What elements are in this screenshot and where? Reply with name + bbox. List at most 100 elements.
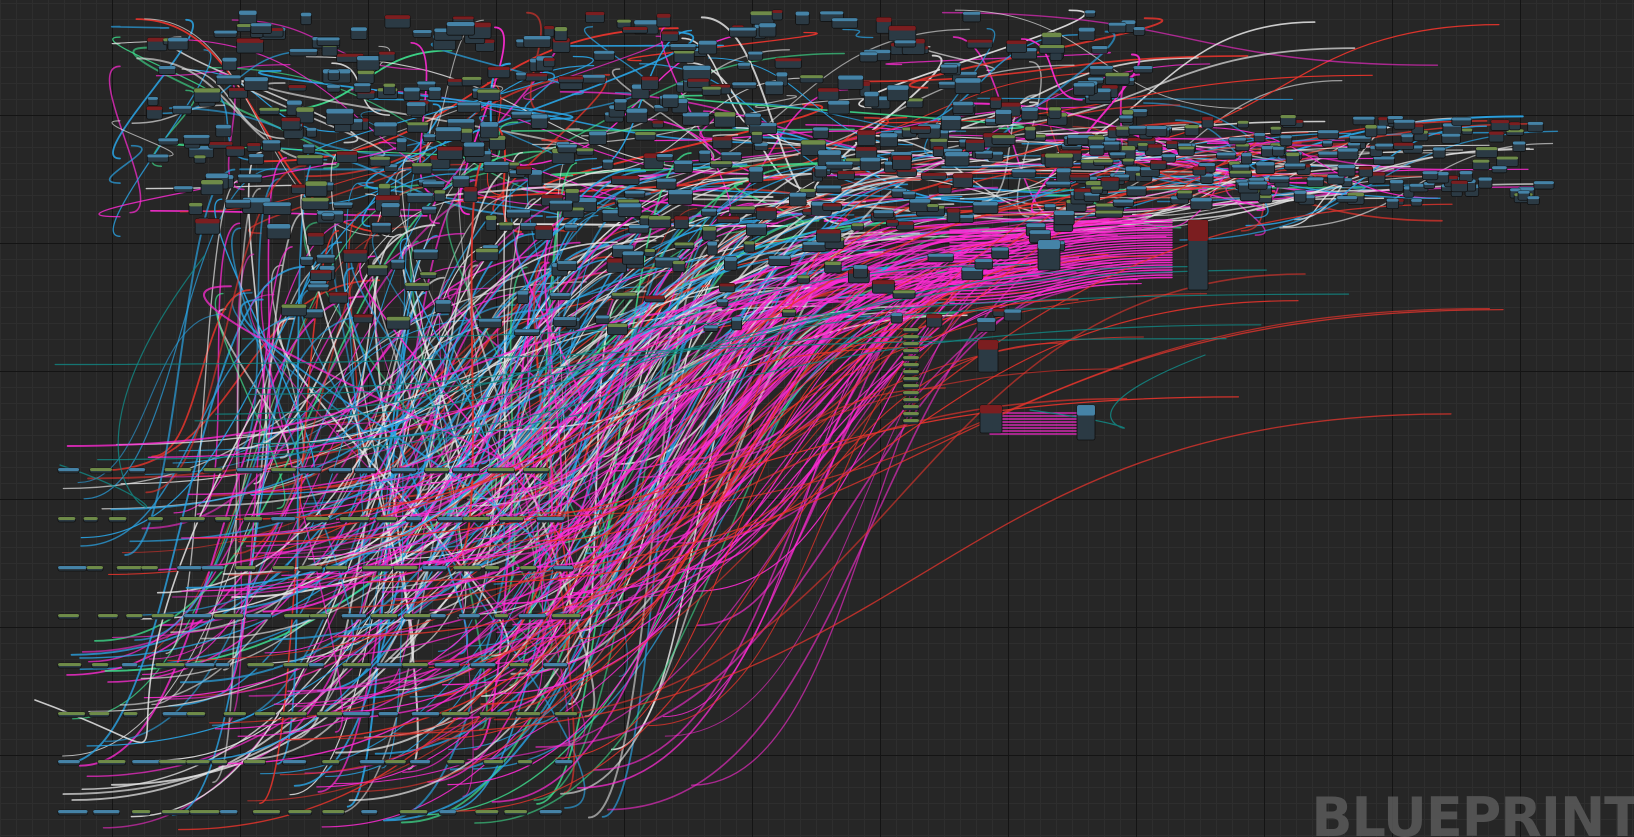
graph-node bbox=[539, 809, 563, 816]
graph-node bbox=[902, 190, 916, 200]
graph-node bbox=[515, 165, 533, 175]
graph-node-header bbox=[378, 712, 399, 715]
graph-node bbox=[328, 291, 349, 304]
graph-node bbox=[974, 150, 994, 160]
graph-node bbox=[1475, 146, 1498, 158]
graph-node-header bbox=[617, 199, 640, 203]
graph-node bbox=[1201, 116, 1214, 129]
graph-node bbox=[1176, 189, 1193, 200]
graph-node-header bbox=[201, 179, 223, 185]
graph-node-header bbox=[437, 146, 463, 151]
graph-node bbox=[421, 565, 448, 572]
graph-node bbox=[326, 84, 341, 93]
graph-node-header bbox=[558, 76, 584, 80]
graph-node bbox=[1090, 186, 1104, 194]
graph-node bbox=[89, 467, 113, 474]
graph-node bbox=[549, 200, 573, 212]
graph-node-header bbox=[279, 712, 307, 715]
graph-node-header bbox=[1317, 130, 1339, 134]
graph-node bbox=[1104, 72, 1130, 85]
graph-node bbox=[701, 86, 722, 96]
graph-node-header bbox=[698, 40, 717, 45]
graph-node bbox=[795, 11, 810, 26]
graph-node-header bbox=[1527, 121, 1544, 125]
graph-node-header bbox=[430, 614, 446, 617]
graph-node-header bbox=[322, 760, 340, 763]
graph-node bbox=[1352, 116, 1376, 126]
graph-node bbox=[370, 613, 399, 620]
graph-node-header bbox=[892, 155, 912, 160]
graph-node-header bbox=[880, 133, 898, 138]
graph-node-header bbox=[1090, 186, 1103, 190]
graph-node-header bbox=[173, 186, 193, 190]
graph-node bbox=[1248, 181, 1268, 190]
graph-node bbox=[719, 282, 736, 293]
graph-node bbox=[1337, 164, 1356, 177]
graph-node bbox=[359, 759, 386, 766]
graph-node bbox=[1374, 143, 1394, 151]
graph-node bbox=[146, 105, 163, 120]
graph-node bbox=[485, 215, 497, 231]
graph-node bbox=[1048, 106, 1062, 119]
graph-node-header bbox=[406, 192, 434, 196]
graph-node bbox=[1184, 124, 1200, 137]
graph-node-header bbox=[903, 363, 919, 366]
graph-node bbox=[300, 256, 314, 266]
graph-node-header bbox=[933, 146, 944, 150]
graph-node bbox=[656, 178, 677, 190]
graph-node bbox=[213, 30, 238, 38]
graph-node bbox=[713, 111, 736, 128]
graph-node-header bbox=[1093, 159, 1113, 163]
graph-node-header bbox=[304, 309, 324, 313]
graph-node bbox=[411, 162, 433, 175]
graph-node bbox=[327, 69, 340, 81]
graph-node-header bbox=[384, 760, 406, 763]
graph-node bbox=[660, 30, 679, 42]
graph-node bbox=[781, 309, 797, 317]
graph-node-header bbox=[1228, 137, 1247, 141]
graph-node-header bbox=[817, 150, 842, 155]
graph-node bbox=[316, 254, 336, 264]
graph-node bbox=[729, 27, 757, 38]
graph-node-header bbox=[724, 256, 738, 261]
graph-node bbox=[310, 269, 333, 281]
blueprint-graph-canvas[interactable]: BLUEPRINT bbox=[0, 0, 1634, 837]
graph-node-header bbox=[945, 151, 970, 157]
graph-node bbox=[1069, 173, 1091, 182]
graph-node bbox=[429, 613, 447, 620]
graph-node-header bbox=[211, 760, 228, 763]
graph-node-header bbox=[838, 75, 864, 80]
graph-node-header bbox=[896, 221, 914, 225]
graph-node bbox=[902, 348, 920, 355]
graph-node-header bbox=[517, 760, 533, 763]
graph-node bbox=[406, 192, 434, 204]
graph-node-header bbox=[147, 517, 164, 520]
graph-node-header bbox=[326, 84, 341, 88]
graph-node bbox=[1526, 195, 1540, 206]
graph-node-header bbox=[611, 175, 640, 179]
graph-node bbox=[376, 662, 404, 669]
graph-node bbox=[483, 161, 510, 174]
graph-node-header bbox=[147, 96, 159, 100]
graph-node-header bbox=[1352, 116, 1375, 120]
graph-node-header bbox=[321, 212, 335, 216]
graph-node-header bbox=[391, 468, 417, 471]
graph-node bbox=[1451, 117, 1472, 126]
graph-node bbox=[172, 105, 192, 115]
graph-node-header bbox=[247, 142, 261, 146]
graph-node bbox=[611, 175, 640, 185]
graph-node-header bbox=[333, 202, 353, 206]
graph-node-header bbox=[1178, 146, 1195, 150]
graph-node bbox=[656, 153, 674, 162]
graph-node-header bbox=[853, 264, 868, 269]
graph-node-header bbox=[541, 194, 563, 199]
graph-node-header bbox=[702, 226, 717, 231]
graph-node-header bbox=[921, 172, 947, 176]
graph-node-header bbox=[475, 810, 499, 813]
graph-node-header bbox=[1307, 177, 1324, 181]
graph-node bbox=[940, 64, 958, 74]
graph-node-header bbox=[991, 247, 1009, 251]
graph-node-header bbox=[422, 181, 445, 185]
graph-node bbox=[554, 711, 578, 718]
graph-node-header bbox=[263, 202, 292, 206]
